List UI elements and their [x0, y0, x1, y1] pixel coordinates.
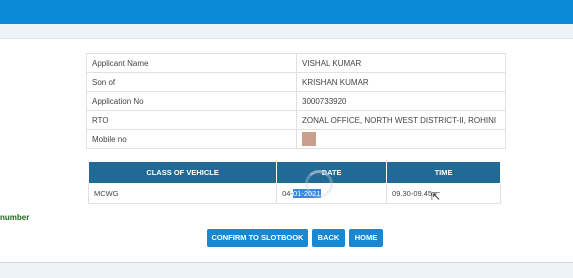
slot-table-header: CLASS OF VEHICLE DATE TIME	[87, 161, 501, 184]
vehicle-class-cell: MCWG	[87, 183, 278, 204]
mobile-no-label: Mobile no	[86, 129, 297, 149]
table-row: Son of KRISHAN KUMAR	[86, 72, 506, 92]
applicant-name-label: Applicant Name	[86, 53, 297, 73]
table-row: Applicant Name VISHAL KUMAR	[86, 53, 506, 73]
redacted-mobile-block	[302, 132, 316, 146]
son-of-label: Son of	[86, 72, 297, 92]
rto-label: RTO	[86, 110, 297, 130]
applicant-name-value: VISHAL KUMAR	[296, 53, 506, 73]
table-row: Application No 3000733920	[86, 91, 506, 111]
confirm-slotbook-button[interactable]: CONFIRM TO SLOTBOOK	[207, 229, 308, 247]
mouse-cursor-icon: ⇱	[431, 191, 441, 203]
time-header: TIME	[386, 161, 501, 184]
application-no-value: 3000733920	[296, 91, 506, 111]
rto-value: ZONAL OFFICE, NORTH WEST DISTRICT-II, RO…	[296, 110, 506, 130]
action-buttons: CONFIRM TO SLOTBOOK BACK HOME	[0, 229, 573, 247]
application-no-label: Application No	[86, 91, 297, 111]
class-of-vehicle-header: CLASS OF VEHICLE	[87, 161, 278, 184]
top-header-bar	[0, 0, 573, 24]
sub-header-bar	[0, 24, 573, 39]
side-label: number	[0, 213, 30, 222]
home-button[interactable]: HOME	[349, 229, 383, 247]
back-button[interactable]: BACK	[312, 229, 345, 247]
table-row: RTO ZONAL OFFICE, NORTH WEST DISTRICT-II…	[86, 110, 506, 130]
footer-bar	[0, 262, 573, 278]
applicant-details-table: Applicant Name VISHAL KUMAR Son of KRISH…	[86, 53, 506, 149]
table-row: Mobile no	[86, 129, 506, 149]
loading-spinner-icon	[305, 170, 333, 198]
son-of-value: KRISHAN KUMAR	[296, 72, 506, 92]
time-cell[interactable]: 09.30-09.45	[386, 183, 501, 204]
date-prefix: 04-	[282, 189, 293, 198]
mobile-no-value	[296, 129, 506, 149]
